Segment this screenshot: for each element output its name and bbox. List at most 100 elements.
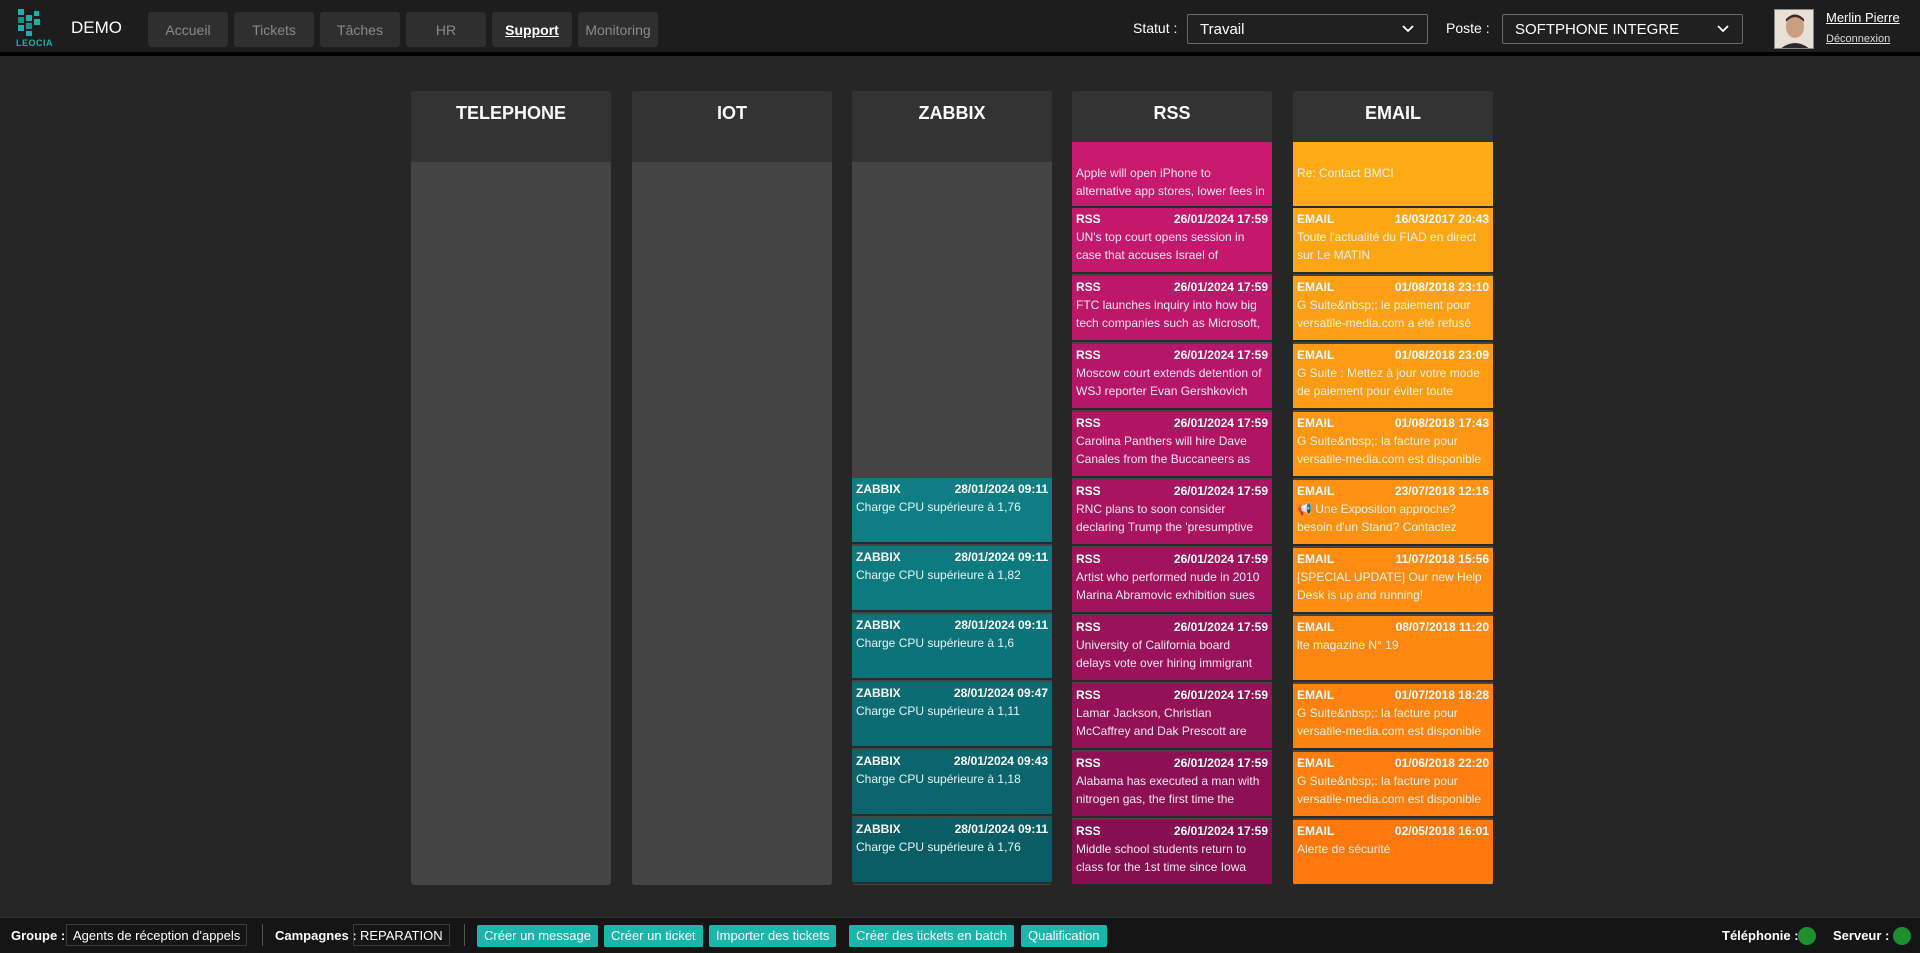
ticket-card[interactable]: EMAIL 11/07/2018 15:56 [SPECIAL UPDATE] O… bbox=[1293, 548, 1493, 614]
group-label: Groupe : bbox=[11, 928, 66, 943]
chevron-down-icon bbox=[1402, 25, 1414, 33]
card-text: Re: Contact BMCI bbox=[1297, 166, 1394, 180]
ticket-card[interactable]: ZABBIX 28/01/2024 09:11 Charge CPU supéri… bbox=[852, 818, 1052, 884]
divider bbox=[464, 924, 465, 946]
ticket-card[interactable]: RSS 26/01/2024 17:59 Moscow court extends… bbox=[1072, 344, 1272, 410]
card-date: 28/01/2024 09:11 bbox=[954, 482, 1048, 496]
status-label: Statut : bbox=[1133, 20, 1178, 36]
create-ticket-button[interactable]: Créer un ticket bbox=[604, 925, 703, 947]
ticket-card[interactable]: RSS 26/01/2024 17:59 FTC launches inquiry… bbox=[1072, 276, 1272, 342]
column-title: TELEPHONE bbox=[411, 91, 611, 162]
card-source: RSS bbox=[1076, 348, 1101, 362]
card-date: 01/06/2018 22:20 bbox=[1394, 756, 1489, 770]
card-text: 📢 Une Exposition approche? besoin d'un S… bbox=[1297, 502, 1457, 534]
poste-select[interactable]: SOFTPHONE INTEGRE bbox=[1502, 14, 1743, 44]
card-source: ZABBIX bbox=[856, 482, 901, 496]
card-text: G Suite&nbsp;: le paiement pour versatil… bbox=[1297, 298, 1472, 330]
card-source: RSS bbox=[1076, 756, 1101, 770]
card-source: RSS bbox=[1076, 280, 1101, 294]
card-date: 26/01/2024 17:59 bbox=[1173, 348, 1268, 362]
ticket-card-partial[interactable]: Apple will open iPhone to alternative ap… bbox=[1072, 142, 1272, 208]
avatar[interactable] bbox=[1774, 9, 1814, 49]
create-message-button[interactable]: Créer un message bbox=[477, 925, 598, 947]
card-text: Apple will open iPhone to alternative ap… bbox=[1076, 166, 1265, 198]
card-date: 26/01/2024 17:59 bbox=[1173, 620, 1268, 634]
card-date: 16/03/2017 20:43 bbox=[1394, 212, 1489, 226]
column-title: ZABBIX bbox=[852, 91, 1052, 162]
card-text: Moscow court extends detention of WSJ re… bbox=[1076, 366, 1262, 398]
ticket-card[interactable]: EMAIL 01/07/2018 18:28 G Suite&nbsp;: la … bbox=[1293, 684, 1493, 750]
column-telephone: TELEPHONE bbox=[411, 91, 611, 885]
card-source: EMAIL bbox=[1297, 620, 1335, 634]
ticket-card[interactable]: ZABBIX 28/01/2024 09:11 Charge CPU supéri… bbox=[852, 614, 1052, 680]
card-text: Carolina Panthers will hire Dave Canales… bbox=[1076, 434, 1251, 466]
ticket-card[interactable]: EMAIL 01/06/2018 22:20 G Suite&nbsp;: la … bbox=[1293, 752, 1493, 818]
ticket-card[interactable]: EMAIL 01/08/2018 23:10 G Suite&nbsp;: le … bbox=[1293, 276, 1493, 342]
logo-text: LEOCIA bbox=[16, 38, 54, 48]
card-source: EMAIL bbox=[1297, 416, 1335, 430]
card-source: RSS bbox=[1076, 824, 1101, 838]
card-date: 01/08/2018 17:43 bbox=[1394, 416, 1489, 430]
ticket-card[interactable]: RSS 26/01/2024 17:59 Lamar Jackson, Chris… bbox=[1072, 684, 1272, 750]
tab-taches[interactable]: Tâches bbox=[320, 12, 400, 47]
card-source: EMAIL bbox=[1297, 484, 1335, 498]
card-date: 11/07/2018 15:56 bbox=[1395, 552, 1489, 566]
ticket-card[interactable]: RSS 26/01/2024 17:59 University of Califo… bbox=[1072, 616, 1272, 682]
card-text: [SPECIAL UPDATE] Our new Help Desk is up… bbox=[1297, 570, 1482, 602]
server-status-icon bbox=[1893, 927, 1911, 945]
tab-support[interactable]: Support bbox=[492, 12, 572, 47]
telephony-label: Téléphonie : bbox=[1722, 928, 1799, 943]
batch-tickets-button[interactable]: Créer des tickets en batch bbox=[849, 925, 1015, 947]
tab-monitoring[interactable]: Monitoring bbox=[578, 12, 658, 47]
ticket-card[interactable]: ZABBIX 28/01/2024 09:47 Charge CPU supéri… bbox=[852, 682, 1052, 748]
card-source: ZABBIX bbox=[856, 618, 901, 632]
tab-accueil[interactable]: Accueil bbox=[148, 12, 228, 47]
tab-hr[interactable]: HR bbox=[406, 12, 486, 47]
card-source: EMAIL bbox=[1297, 824, 1335, 838]
card-text: G Suite&nbsp;: la facture pour versatile… bbox=[1297, 774, 1482, 806]
import-tickets-button[interactable]: Importer des tickets bbox=[709, 925, 837, 947]
app-name: DEMO bbox=[71, 18, 122, 37]
card-text: Charge CPU supérieure à 1,76 bbox=[856, 500, 1021, 514]
column-body bbox=[632, 162, 832, 885]
card-date: 23/07/2018 12:16 bbox=[1394, 484, 1489, 498]
ticket-card[interactable]: ZABBIX 28/01/2024 09:11 Charge CPU supéri… bbox=[852, 478, 1052, 544]
logout-link[interactable]: Déconnexion bbox=[1826, 33, 1890, 45]
card-date: 26/01/2024 17:59 bbox=[1173, 756, 1268, 770]
ticket-card[interactable]: ZABBIX 28/01/2024 09:11 Charge CPU supéri… bbox=[852, 546, 1052, 612]
card-source: ZABBIX bbox=[856, 550, 901, 564]
ticket-card[interactable]: RSS 26/01/2024 17:59 Artist who performed… bbox=[1072, 548, 1272, 614]
ticket-card[interactable]: RSS 26/01/2024 17:59 UN's top court opens… bbox=[1072, 208, 1272, 274]
qualification-button[interactable]: Qualification bbox=[1021, 925, 1107, 947]
ticket-card[interactable]: EMAIL 08/07/2018 11:20 lte magazine N° 19 bbox=[1293, 616, 1493, 682]
tab-tickets[interactable]: Tickets bbox=[234, 12, 314, 47]
user-name-link[interactable]: Merlin Pierre bbox=[1826, 10, 1900, 25]
ticket-card[interactable]: RSS 26/01/2024 17:59 RNC plans to soon co… bbox=[1072, 480, 1272, 546]
ticket-card[interactable]: RSS 26/01/2024 17:59 Alabama has executed… bbox=[1072, 752, 1272, 818]
card-date: 08/07/2018 11:20 bbox=[1395, 620, 1489, 634]
group-value: Agents de réception d'appels bbox=[66, 924, 248, 946]
status-select[interactable]: Travail bbox=[1187, 14, 1428, 44]
column-iot: IOT bbox=[632, 91, 832, 885]
ticket-card[interactable]: EMAIL 01/08/2018 23:09 G Suite : Mettez à… bbox=[1293, 344, 1493, 410]
card-date: 01/08/2018 23:10 bbox=[1394, 280, 1489, 294]
card-date: 26/01/2024 17:59 bbox=[1173, 212, 1268, 226]
ticket-card[interactable]: EMAIL 23/07/2018 12:16 📢 Une Exposition a… bbox=[1293, 480, 1493, 546]
ticket-card[interactable]: RSS 26/01/2024 17:59 Carolina Panthers wi… bbox=[1072, 412, 1272, 478]
card-text: Alerte de sécurité bbox=[1297, 842, 1391, 856]
ticket-card-partial[interactable]: Re: Contact BMCI bbox=[1293, 142, 1493, 208]
card-text: Charge CPU supérieure à 1,6 bbox=[856, 636, 1015, 650]
card-source: EMAIL bbox=[1297, 212, 1335, 226]
ticket-card[interactable]: ZABBIX 28/01/2024 09:43 Charge CPU supéri… bbox=[852, 750, 1052, 816]
card-date: 28/01/2024 09:11 bbox=[954, 618, 1048, 632]
card-text: Artist who performed nude in 2010 Marina… bbox=[1076, 570, 1260, 602]
card-date: 26/01/2024 17:59 bbox=[1173, 824, 1268, 838]
ticket-card[interactable]: EMAIL 02/05/2018 16:01 Alerte de sécurité bbox=[1293, 820, 1493, 885]
column-rss: RSS Apple will open iPhone to alternativ… bbox=[1072, 91, 1272, 885]
ticket-card[interactable]: EMAIL 16/03/2017 20:43 Toute l'actualité … bbox=[1293, 208, 1493, 274]
card-text: Toute l'actualité du FIAD en direct sur … bbox=[1297, 230, 1477, 262]
ticket-card[interactable]: RSS 26/01/2024 17:59 Middle school studen… bbox=[1072, 820, 1272, 885]
column-email: EMAIL Re: Contact BMCI EMAIL 16/03/2017 2… bbox=[1293, 91, 1493, 885]
card-text: University of California board delays vo… bbox=[1076, 638, 1253, 670]
ticket-card[interactable]: EMAIL 01/08/2018 17:43 G Suite&nbsp;: la … bbox=[1293, 412, 1493, 478]
